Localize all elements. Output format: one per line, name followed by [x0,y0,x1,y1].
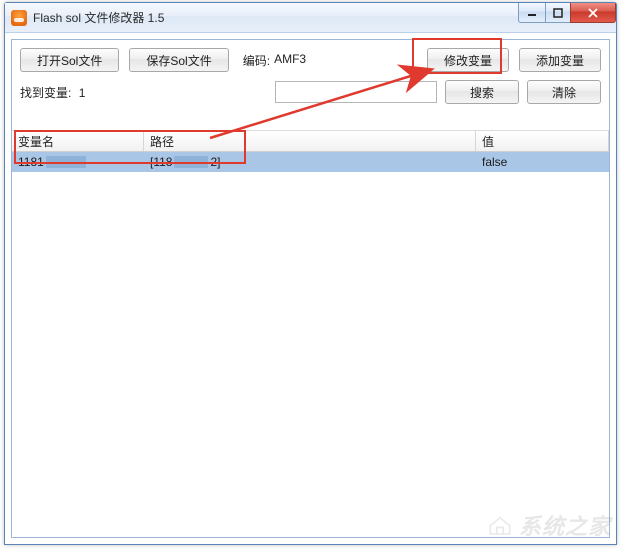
window-title: Flash sol 文件修改器 1.5 [33,9,164,26]
found-readout: 找到变量: 1 [20,84,85,101]
redaction-mask [174,156,208,168]
search-button[interactable]: 搜索 [445,80,519,104]
close-button[interactable] [570,3,616,23]
encoding-value: AMF3 [274,52,306,69]
app-icon [11,10,27,26]
app-window: Flash sol 文件修改器 1.5 打开Sol文件 保存Sol文件 编码: [4,2,617,545]
cell-value: false [476,152,609,172]
col-header-path[interactable]: 路径 [144,131,476,151]
minimize-icon [527,8,537,18]
col-header-value[interactable]: 值 [476,131,609,151]
grid-body[interactable]: 1181 [118 2] false [12,152,609,537]
redaction-mask [46,156,86,168]
cell-path: [118 2] [144,152,476,172]
grid-header: 变量名 路径 值 [12,130,609,152]
open-sol-button[interactable]: 打开Sol文件 [20,48,119,72]
minimize-button[interactable] [518,3,546,23]
search-input[interactable] [275,81,437,103]
toolbar-search: 找到变量: 1 搜索 清除 [12,76,609,112]
cell-value-text: false [482,155,507,169]
encoding-label: 编码: [243,52,270,69]
found-count: 1 [79,86,86,100]
found-label: 找到变量: [20,86,71,100]
table-row[interactable]: 1181 [118 2] false [12,152,609,172]
titlebar[interactable]: Flash sol 文件修改器 1.5 [5,3,616,33]
toolbar-primary: 打开Sol文件 保存Sol文件 编码: AMF3 修改变量 添加变量 [12,40,609,76]
col-header-name[interactable]: 变量名 [12,131,144,151]
cell-name-text: 1181 [18,155,44,169]
cell-name: 1181 [12,152,144,172]
variables-grid: 变量名 路径 值 1181 [118 2] false [12,130,609,537]
client-area: 打开Sol文件 保存Sol文件 编码: AMF3 修改变量 添加变量 找到变量:… [11,39,610,538]
encoding-readout: 编码: AMF3 [243,52,306,69]
close-icon [587,8,599,18]
modify-var-button[interactable]: 修改变量 [427,48,509,72]
window-buttons [519,3,616,23]
maximize-icon [553,8,563,18]
maximize-button[interactable] [545,3,571,23]
add-var-button[interactable]: 添加变量 [519,48,601,72]
cell-path-suffix: 2] [210,155,220,169]
save-sol-button[interactable]: 保存Sol文件 [129,48,228,72]
cell-path-prefix: [118 [150,155,172,169]
clear-button[interactable]: 清除 [527,80,601,104]
